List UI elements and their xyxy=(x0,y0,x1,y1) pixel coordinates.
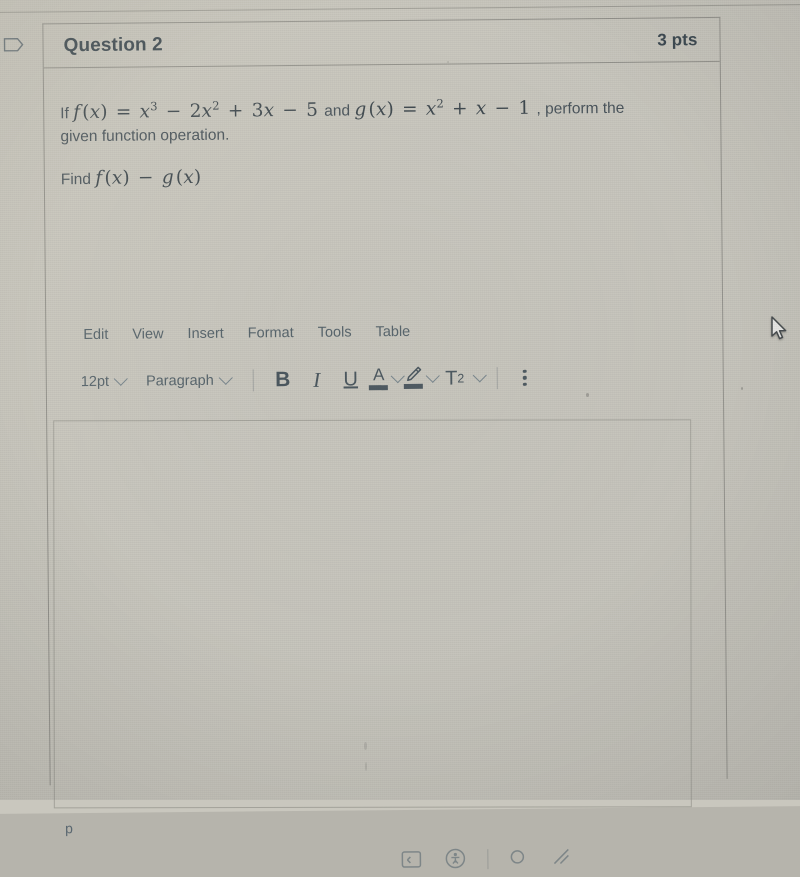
superscript-exponent: 2 xyxy=(457,371,465,386)
menu-edit[interactable]: Edit xyxy=(72,324,119,346)
html-editor-icon[interactable] xyxy=(399,847,425,873)
kebab-dot xyxy=(523,382,527,387)
dust-speck xyxy=(586,393,589,397)
g-label: g xyxy=(354,99,367,121)
dust-speck xyxy=(365,762,367,771)
pen-icon[interactable] xyxy=(403,366,425,392)
more-options-icon[interactable] xyxy=(510,363,540,393)
prompt-find-line: Find f (x) − g (x) xyxy=(55,162,697,189)
kebab-dot xyxy=(522,376,527,380)
text-color-letter: A xyxy=(372,365,385,385)
accessibility-checker-icon[interactable] xyxy=(443,846,469,872)
text-color-group[interactable]: A xyxy=(368,365,405,392)
question-card: Question 2 3 pts If f (x) = x3 − 2x2 + 3… xyxy=(42,16,728,870)
question-body: If f (x) = x3 − 2x2 + 3x − 5 and g (x) =… xyxy=(44,62,721,870)
flag-marker-icon[interactable] xyxy=(0,32,26,58)
resize-handle-icon[interactable] xyxy=(550,845,576,871)
editor-menubar: Edit View Insert Format Tools Table xyxy=(60,314,708,350)
editor-status-path: p xyxy=(64,820,73,837)
toolbar-divider xyxy=(496,367,498,390)
chevron-down-icon xyxy=(218,370,233,385)
superscript-letter: T xyxy=(445,366,458,390)
chevron-down-icon xyxy=(113,371,129,386)
font-size-value: 12pt xyxy=(80,373,110,391)
superscript-group[interactable]: T2 xyxy=(438,362,487,394)
menu-table[interactable]: Table xyxy=(364,321,421,344)
formula-g-of-x: g (x) = x2 + x − 1 xyxy=(354,96,531,121)
menu-view[interactable]: View xyxy=(121,323,174,346)
dust-speck xyxy=(741,387,743,390)
page-title: Question 2 xyxy=(63,33,163,56)
toolbar-divider xyxy=(252,369,254,392)
mouse-pointer xyxy=(770,316,790,342)
chevron-down-icon[interactable] xyxy=(472,368,487,383)
text-color-swatch xyxy=(369,385,389,391)
points-badge: 3 pts xyxy=(657,29,698,50)
font-size-select[interactable]: 12pt xyxy=(71,370,136,395)
prompt-conjunction: and xyxy=(324,102,351,120)
block-format-value: Paragraph xyxy=(145,372,214,390)
top-hairline-divider xyxy=(0,4,800,13)
formula-f-minus-g: f (x) − g (x) xyxy=(95,167,202,190)
bold-button[interactable]: B xyxy=(266,364,300,396)
text-color-icon[interactable]: A xyxy=(368,365,390,392)
formula-f-of-x: f (x) = x3 − 2x2 + 3x − 5 xyxy=(73,98,319,124)
editor-footer-bar xyxy=(399,845,576,873)
prompt-intro: If xyxy=(60,105,69,123)
prompt-tail: , perform the xyxy=(536,99,625,118)
rich-text-editor: Edit View Insert Format Tools Table 12pt… xyxy=(60,314,709,402)
pen-glyph xyxy=(404,366,423,383)
answer-text-area[interactable] xyxy=(53,419,692,809)
dust-speck xyxy=(364,742,367,750)
highlight-color-swatch xyxy=(404,383,424,389)
menu-insert[interactable]: Insert xyxy=(176,323,234,346)
block-format-select[interactable]: Paragraph xyxy=(136,369,241,394)
kebab-dot xyxy=(522,369,527,374)
prompt-text: If f (x) = x3 − 2x2 + 3x − 5 and g (x) =… xyxy=(54,90,690,130)
editor-toolbar: 12pt Paragraph B I U A T 2 xyxy=(61,356,709,402)
footer-divider xyxy=(487,849,489,870)
dust-speck xyxy=(447,61,449,63)
underline-button[interactable]: U xyxy=(334,363,368,395)
find-label: Find xyxy=(60,171,92,189)
superscript-button[interactable]: T2 xyxy=(438,362,472,394)
menu-tools[interactable]: Tools xyxy=(307,321,363,344)
question-header: Question 2 3 pts xyxy=(43,17,720,69)
word-count-icon xyxy=(506,846,532,872)
menu-format[interactable]: Format xyxy=(237,322,305,345)
screen-surface: Question 2 3 pts If f (x) = x3 − 2x2 + 3… xyxy=(0,0,800,870)
highlight-color-group[interactable] xyxy=(403,366,440,392)
italic-button[interactable]: I xyxy=(300,364,334,396)
